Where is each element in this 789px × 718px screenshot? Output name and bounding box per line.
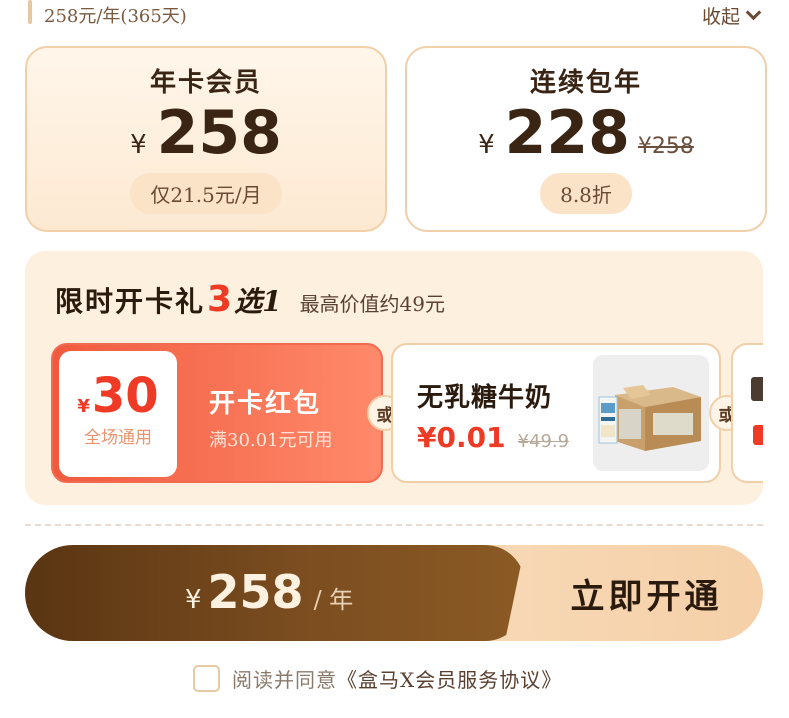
plan-price-row: ¥ 228 ¥258 — [407, 101, 765, 165]
gift-option-coupon[interactable]: ¥ 30 全场通用 开卡红包 满30.01元可用 — [51, 343, 383, 483]
coupon-title: 开卡红包 — [209, 389, 322, 419]
currency-symbol: ¥ — [478, 130, 495, 160]
agreement-checkbox[interactable] — [193, 665, 220, 692]
gift-option-partial[interactable] — [731, 343, 763, 483]
partial-option-price — [753, 425, 763, 445]
milk-price-row: ¥0.01 ¥49.9 — [417, 421, 569, 454]
coupon-scope: 全场通用 — [84, 428, 152, 448]
coupon-value-box: ¥ 30 全场通用 — [59, 351, 177, 477]
coupon-condition: 满30.01元可用 — [209, 430, 333, 451]
gift-heading: 限时开卡礼 3 选1 最高价值约49元 — [55, 279, 445, 320]
plan-card-annual[interactable]: 年卡会员 ¥ 258 仅21.5元/月 — [25, 46, 387, 232]
milk-box-illustration — [593, 355, 709, 471]
gift-heading-main: 限时开卡礼 — [55, 285, 206, 318]
plan-price-row: ¥ 258 — [27, 101, 385, 165]
gift-heading-subtitle: 最高价值约49元 — [299, 292, 446, 316]
agreement-row: 阅读并同意 《盒马X会员服务协议》 — [193, 664, 562, 693]
currency-symbol: ¥ — [130, 130, 147, 160]
plan-title: 年卡会员 — [149, 68, 262, 98]
milk-price: ¥0.01 — [417, 421, 506, 454]
agreement-prefix: 阅读并同意 — [232, 668, 337, 692]
coupon-amount-row: ¥ 30 — [59, 371, 177, 421]
purchase-bar: ¥ 258 / 年 立即开通 — [25, 545, 763, 641]
plan-price: 258 — [156, 98, 282, 168]
coupon-amount: 30 — [91, 368, 159, 424]
gift-option-milk[interactable]: 无乳糖牛奶 ¥0.01 ¥49.9 — [391, 343, 721, 483]
plan-card-auto-renew[interactable]: 连续包年 ¥ 228 ¥258 8.8折 — [405, 46, 767, 232]
milk-original-price: ¥49.9 — [517, 431, 570, 452]
plan-title: 连续包年 — [529, 68, 642, 98]
total-amount: 258 — [207, 565, 304, 619]
chevron-down-icon — [745, 4, 762, 21]
currency-symbol: ¥ — [77, 396, 90, 417]
top-summary-strip: 258元/年(365天) 收起 — [0, 0, 789, 30]
activate-now-button[interactable]: 立即开通 — [530, 545, 763, 641]
milk-box-image — [593, 355, 709, 471]
plan-summary-text: 258元/年(365天) — [44, 6, 187, 27]
accent-bar — [28, 0, 32, 24]
plan-discount-badge: 8.8折 — [540, 173, 632, 214]
gift-section: 限时开卡礼 3 选1 最高价值约49元 ¥ 30 全场通用 开卡红包 满30.0… — [25, 251, 763, 505]
currency-symbol: ¥ — [185, 585, 202, 615]
plan-original-price: ¥258 — [637, 134, 694, 159]
total-price: ¥ 258 / 年 — [185, 565, 353, 619]
gift-heading-count: 3 — [207, 279, 233, 320]
price-period: / 年 — [313, 586, 354, 614]
agreement-link[interactable]: 《盒马X会员服务协议》 — [337, 664, 562, 693]
partial-option-title — [751, 377, 763, 401]
plan-note-badge: 仅21.5元/月 — [130, 173, 282, 214]
plan-price: 228 — [504, 98, 630, 168]
gift-heading-pick: 选1 — [234, 285, 282, 318]
collapse-label: 收起 — [701, 6, 740, 28]
coupon-info: 开卡红包 满30.01元可用 — [209, 383, 333, 452]
milk-title: 无乳糖牛奶 — [417, 383, 553, 413]
collapse-button[interactable]: 收起 — [701, 2, 762, 29]
section-divider — [25, 524, 763, 526]
